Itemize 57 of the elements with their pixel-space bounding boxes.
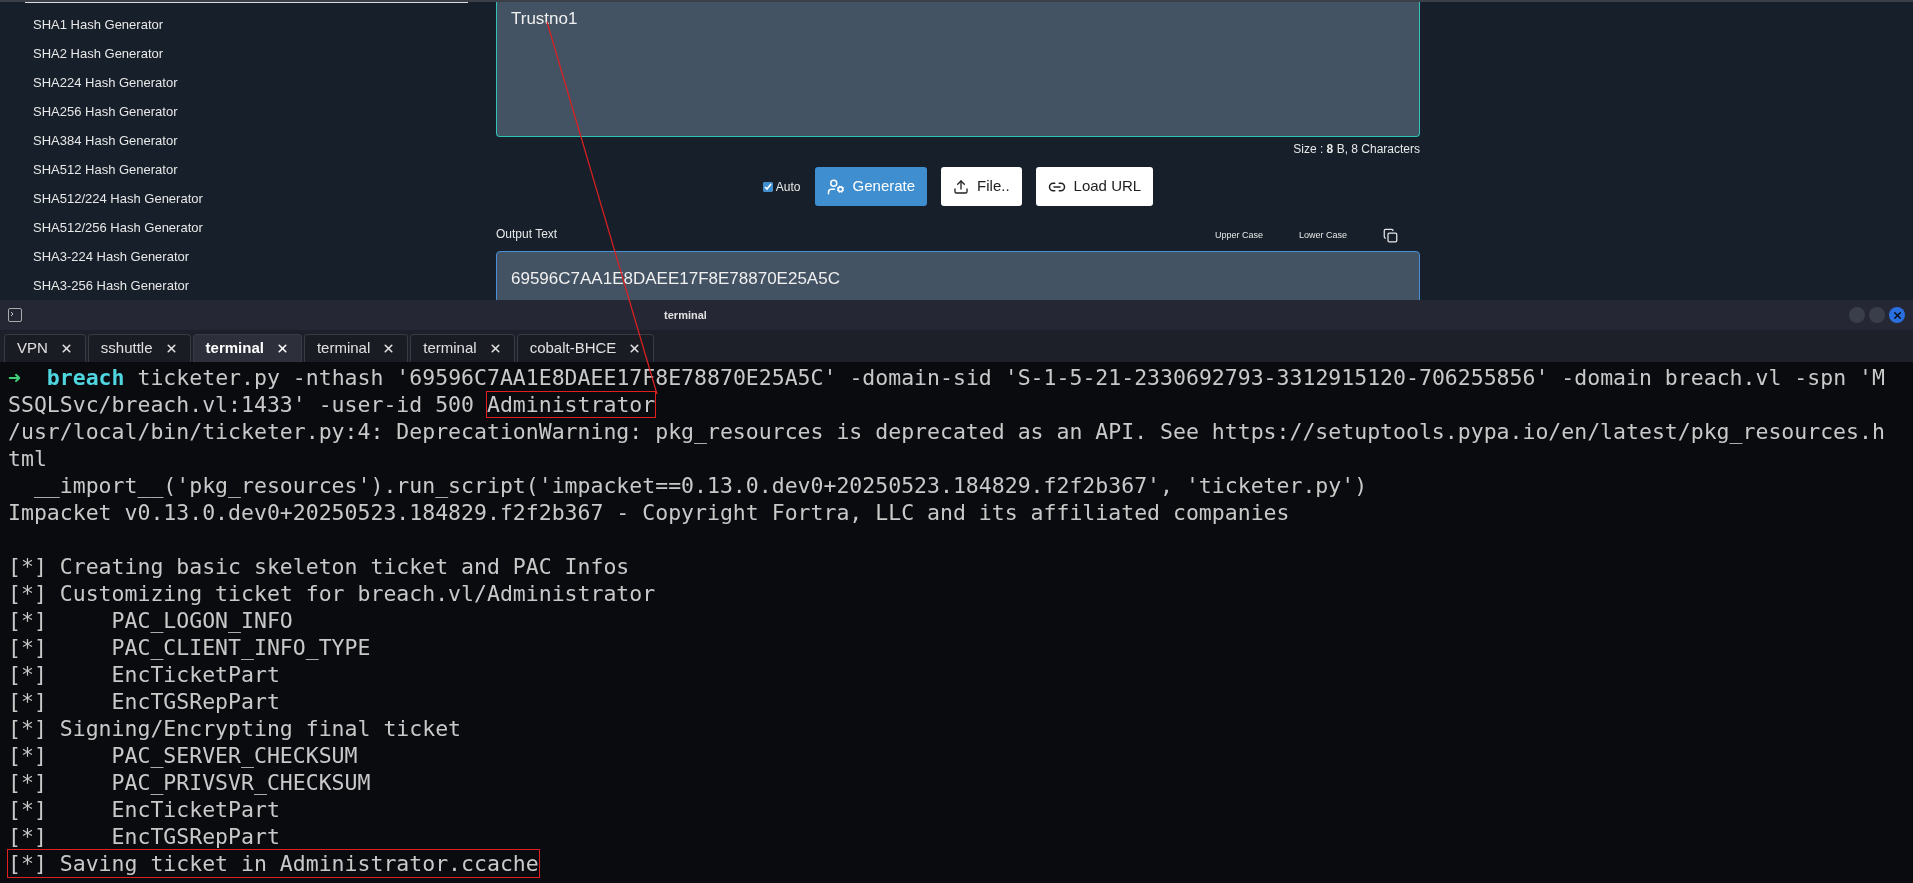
action-button[interactable]: File.. <box>941 167 1022 206</box>
action-button[interactable]: Load URL <box>1035 167 1154 206</box>
close-tab-icon[interactable] <box>488 342 502 355</box>
sidebar-link[interactable]: SHA512/256 Hash Generator <box>33 213 203 242</box>
output-line: [*] Customizing ticket for breach.vl/Administrator <box>8 580 657 607</box>
terminal-tab[interactable]: terminal <box>410 334 515 362</box>
terminal-icon <box>8 308 22 322</box>
highlighted-text: Administrator <box>486 392 656 417</box>
close-tab-icon[interactable] <box>164 342 178 355</box>
output-line: [*] Saving ticket in Administrator.ccache <box>8 850 539 877</box>
output-label: Output Text <box>496 226 558 243</box>
sidebar-link[interactable]: SHA256 Hash Generator <box>33 97 178 126</box>
output-line: [*] EncTicketPart <box>8 661 281 688</box>
sidebar-link[interactable]: SHA512 Hash Generator <box>33 155 178 184</box>
close-icon <box>1891 309 1903 321</box>
terminal-tab[interactable]: VPN <box>4 334 86 362</box>
auto-checkbox[interactable] <box>762 181 773 192</box>
sidebar-link[interactable]: SHA3-256 Hash Generator <box>33 271 190 300</box>
sidebar-link[interactable]: SHA512/224 Hash Generator <box>33 184 203 213</box>
sidebar-link[interactable]: SHA3-224 Hash Generator <box>33 242 190 271</box>
output-line: [*] PAC_CLIENT_INFO_TYPE <box>8 634 372 661</box>
prompt-directory: breach <box>46 365 125 390</box>
terminal-tab[interactable]: sshuttle <box>87 334 191 362</box>
prompt-arrow: ➜ <box>8 365 21 390</box>
user-gear-icon <box>826 177 845 196</box>
output-line: [*] Signing/Encrypting final ticket <box>8 715 463 742</box>
size-text: Size : 8 B, 8 Characters <box>1293 141 1420 158</box>
input-field[interactable]: Trustno1 <box>496 2 1420 137</box>
copy-icon[interactable] <box>1383 228 1398 243</box>
sidebar-link[interactable]: SHA224 Hash Generator <box>33 68 178 97</box>
output-line: /usr/local/bin/ticketer.py:4: DeprecationWarning: pkg_resources is deprecated as an API. See https://setuptools.pypa.io/en/latest/pkg_resources.h <box>8 418 1886 445</box>
case-button[interactable]: Lower Case <box>1298 228 1347 243</box>
command-text: SSQLSvc/breach.vl:1433' -user-id 500 <box>8 392 474 417</box>
close-tab-icon[interactable] <box>275 342 289 355</box>
output-line: tml <box>8 445 48 472</box>
sidebar-link[interactable]: SHA2 Hash Generator <box>33 39 164 68</box>
window-title: terminal <box>664 307 707 323</box>
terminal-tab[interactable]: cobalt-BHCE <box>516 334 655 362</box>
output-line: [*] PAC_LOGON_INFO <box>8 607 294 634</box>
close-tab-icon[interactable] <box>59 342 73 355</box>
output-line: [*] PAC_PRIVSVR_CHECKSUM <box>8 769 372 796</box>
output-line: [*] EncTGSRepPart <box>8 823 281 850</box>
output-line: [*] EncTGSRepPart <box>8 688 281 715</box>
output-line: __import__('pkg_resources').run_script('impacket==0.13.0.dev0+20250523.184829.f2f2b367', 'ticketer.py') <box>32 472 1369 499</box>
sidebar-link[interactable]: SHA384 Hash Generator <box>33 126 178 155</box>
output-line: [*] PAC_SERVER_CHECKSUM <box>8 742 359 769</box>
case-button[interactable]: Upper Case <box>1214 228 1263 243</box>
sidebar-link[interactable]: SHA1 Hash Generator <box>33 10 164 39</box>
terminal-tab[interactable]: terminal <box>303 334 409 362</box>
output-line: [*] Creating basic skeleton ticket and PAC Infos <box>8 553 631 580</box>
action-button[interactable]: Generate <box>814 167 928 206</box>
output-line: [*] EncTicketPart <box>8 796 281 823</box>
upload-icon <box>953 178 970 195</box>
output-line: Impacket v0.13.0.dev0+20250523.184829.f2f2b367 - Copyright Fortra, LLC and its affiliated companies <box>8 499 1291 526</box>
terminal-tab[interactable]: terminal <box>192 334 302 362</box>
close-button[interactable] <box>1889 307 1905 323</box>
auto-label: Auto <box>775 178 801 196</box>
